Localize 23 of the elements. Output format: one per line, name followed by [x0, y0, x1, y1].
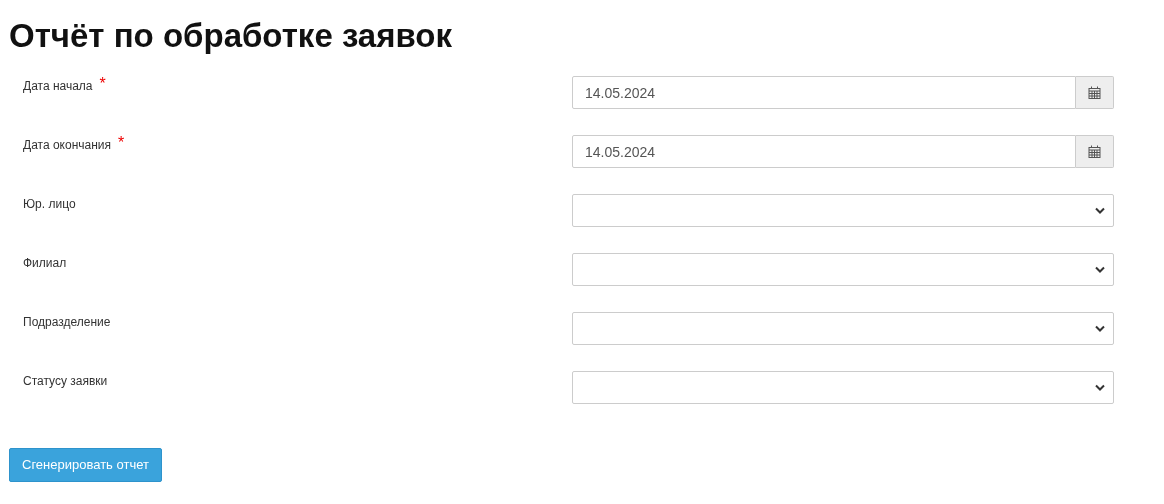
- required-mark: *: [118, 136, 125, 150]
- select-field[interactable]: [572, 253, 1114, 286]
- field-label: Юр. лицо: [23, 196, 76, 213]
- calendar-button[interactable]: [1076, 76, 1114, 109]
- chevron-down-icon: [1095, 207, 1105, 214]
- date-field[interactable]: 14.05.2024: [572, 135, 1076, 168]
- select-field[interactable]: [572, 371, 1114, 404]
- chevron-down-icon: [1095, 266, 1105, 273]
- calendar-icon: [1088, 86, 1101, 99]
- chevron-down-icon: [1095, 325, 1105, 332]
- calendar-button[interactable]: [1076, 135, 1114, 168]
- select-field[interactable]: [572, 312, 1114, 345]
- field-label: Дата начала: [23, 77, 100, 95]
- field-label: Подразделение: [23, 314, 111, 331]
- required-mark: *: [99, 77, 106, 91]
- field-label: Статусу заявки: [23, 373, 108, 390]
- field-label: Филиал: [23, 255, 67, 272]
- page-title: Отчёт по обработке заявок: [9, 16, 453, 56]
- calendar-icon: [1088, 145, 1101, 158]
- select-field[interactable]: [572, 194, 1114, 227]
- date-field[interactable]: 14.05.2024: [572, 76, 1076, 109]
- chevron-down-icon: [1095, 384, 1105, 391]
- field-label: Дата окончания: [23, 136, 119, 154]
